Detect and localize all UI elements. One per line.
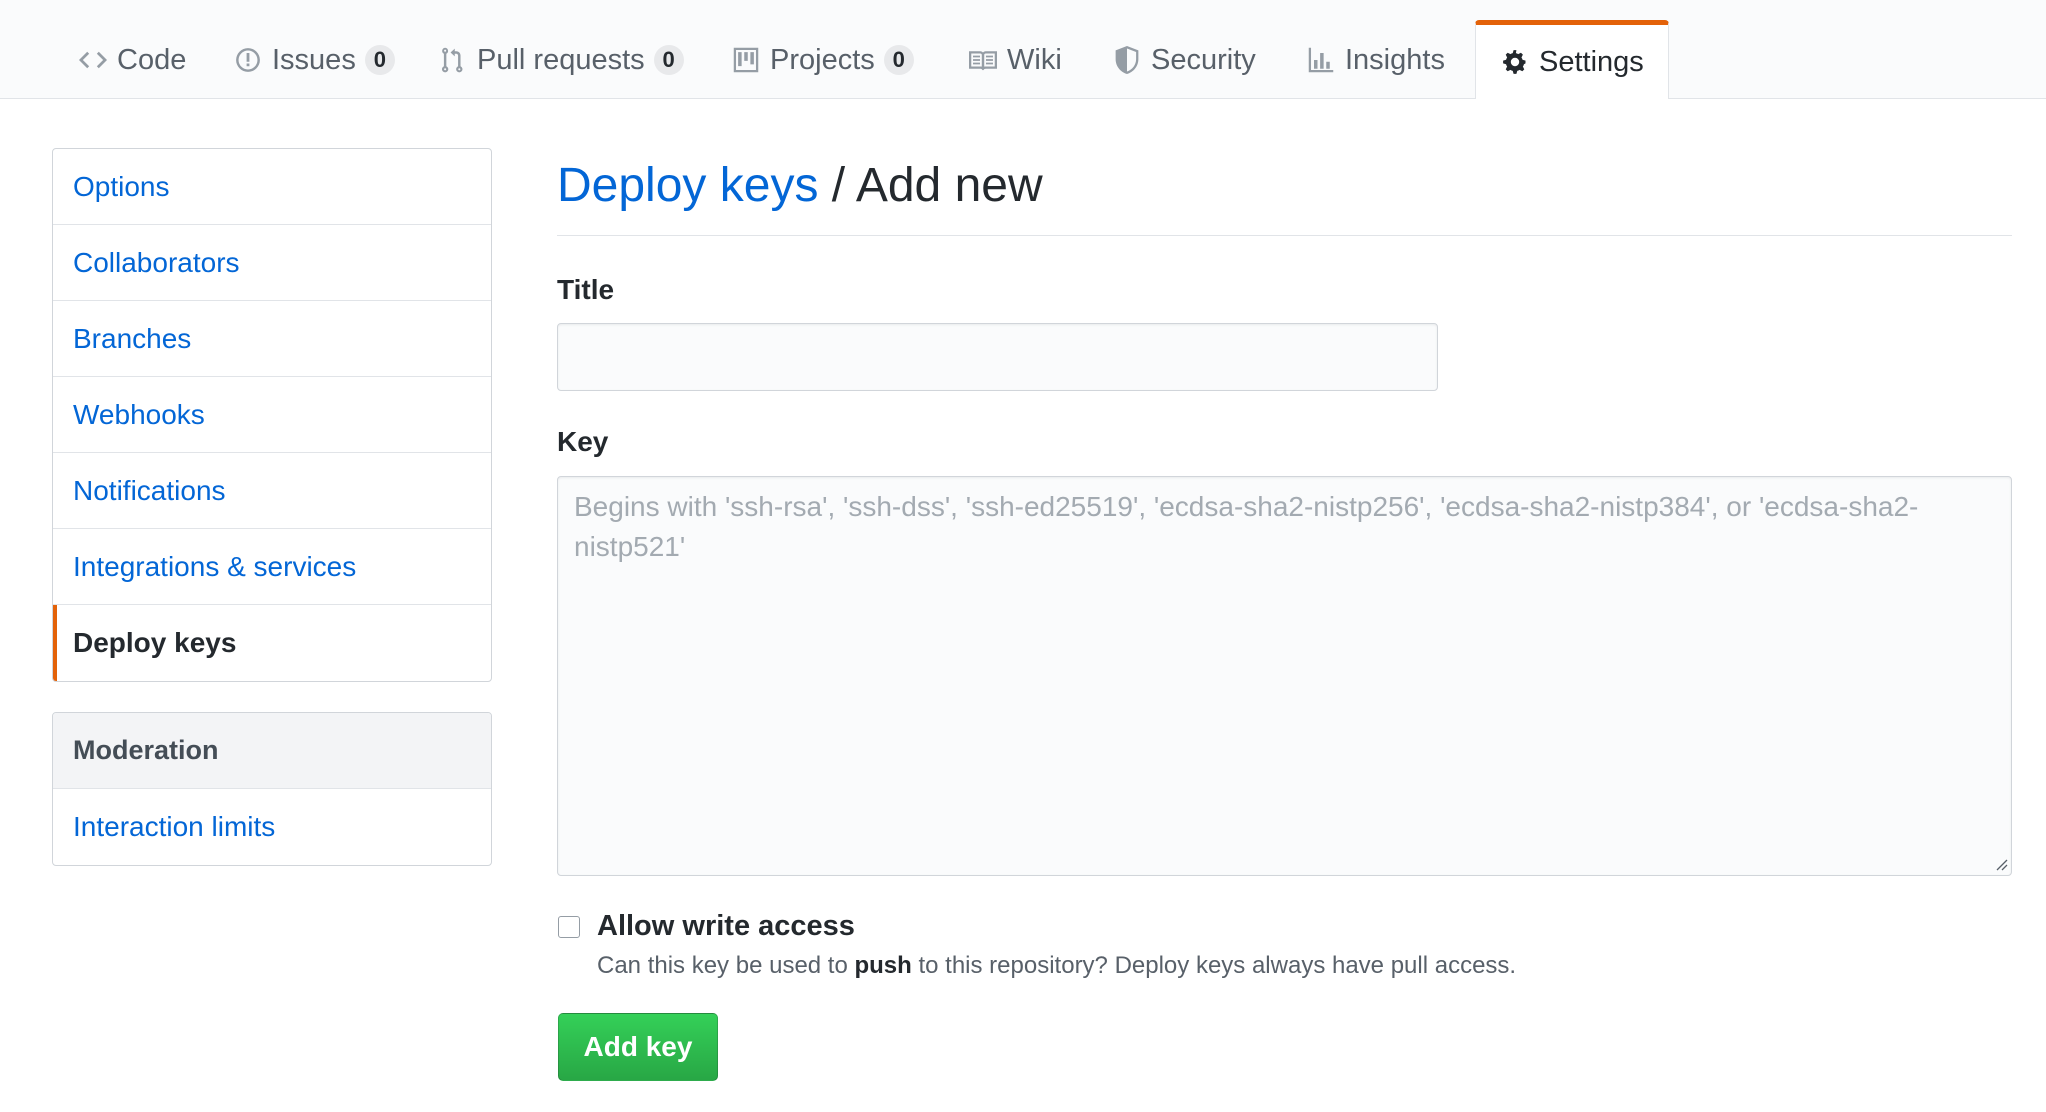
repo-nav-tabs: Code Issues 0 Pull requests 0 Projects 0…: [0, 0, 2046, 99]
tab-projects[interactable]: Projects 0: [731, 22, 914, 98]
tab-issues[interactable]: Issues 0: [233, 22, 395, 98]
sidebar-item-collaborators[interactable]: Collaborators: [53, 225, 491, 301]
sidebar-item-branches[interactable]: Branches: [53, 301, 491, 377]
project-icon: [731, 45, 761, 75]
shield-icon: [1112, 45, 1142, 75]
graph-icon: [1306, 45, 1336, 75]
tab-settings[interactable]: Settings: [1475, 20, 1669, 99]
book-icon: [968, 45, 998, 75]
tab-pull-requests[interactable]: Pull requests 0: [438, 22, 684, 98]
note-text-1: Can this key be used to: [597, 952, 855, 979]
issue-icon: [233, 45, 263, 75]
settings-menu: Options Collaborators Branches Webhooks …: [52, 148, 492, 682]
note-text-bold: push: [854, 952, 912, 979]
write-access-note: Can this key be used to push to this rep…: [597, 952, 1516, 980]
pull-request-icon: [438, 45, 468, 75]
add-key-button[interactable]: Add key: [558, 1013, 718, 1081]
title-label: Title: [557, 274, 615, 305]
moderation-menu: Moderation Interaction limits: [52, 712, 492, 866]
issues-counter: 0: [364, 45, 395, 75]
tab-label: Security: [1151, 43, 1256, 76]
tab-label: Projects: [770, 43, 875, 76]
tab-label: Insights: [1345, 43, 1445, 76]
tab-insights[interactable]: Insights: [1306, 22, 1445, 98]
tab-label: Wiki: [1007, 43, 1062, 76]
sidebar-item-interaction-limits[interactable]: Interaction limits: [53, 789, 491, 865]
allow-write-access-label[interactable]: Allow write access: [597, 910, 855, 943]
sidebar-item-integrations[interactable]: Integrations & services: [53, 529, 491, 605]
key-label: Key: [557, 426, 609, 457]
pull-requests-counter: 0: [653, 45, 684, 75]
sidebar-item-notifications[interactable]: Notifications: [53, 453, 491, 529]
tab-security[interactable]: Security: [1112, 22, 1256, 98]
title-input[interactable]: [557, 323, 1438, 391]
resize-grip-icon[interactable]: [1992, 855, 2008, 871]
tab-label: Issues: [272, 43, 356, 76]
breadcrumb-current: / Add new: [831, 159, 1043, 212]
projects-counter: 0: [883, 45, 914, 75]
tab-label: Settings: [1539, 45, 1644, 78]
tab-wiki[interactable]: Wiki: [968, 22, 1062, 98]
key-textarea[interactable]: [557, 476, 2012, 876]
note-text-2: to this repository? Deploy keys always h…: [911, 952, 1517, 979]
sidebar-item-webhooks[interactable]: Webhooks: [53, 377, 491, 453]
tab-label: Code: [117, 43, 187, 76]
sidebar-item-options[interactable]: Options: [53, 149, 491, 225]
code-icon: [78, 45, 108, 75]
sidebar-item-deploy-keys[interactable]: Deploy keys: [53, 605, 491, 681]
breadcrumb-deploy-keys-link[interactable]: Deploy keys: [557, 159, 818, 212]
tab-label: Pull requests: [477, 43, 645, 76]
page-title: Deploy keys / Add new: [557, 150, 2012, 236]
gear-icon: [1500, 47, 1530, 77]
tab-code[interactable]: Code: [78, 22, 186, 98]
moderation-heading: Moderation: [53, 713, 491, 789]
allow-write-access-checkbox[interactable]: [558, 916, 580, 938]
